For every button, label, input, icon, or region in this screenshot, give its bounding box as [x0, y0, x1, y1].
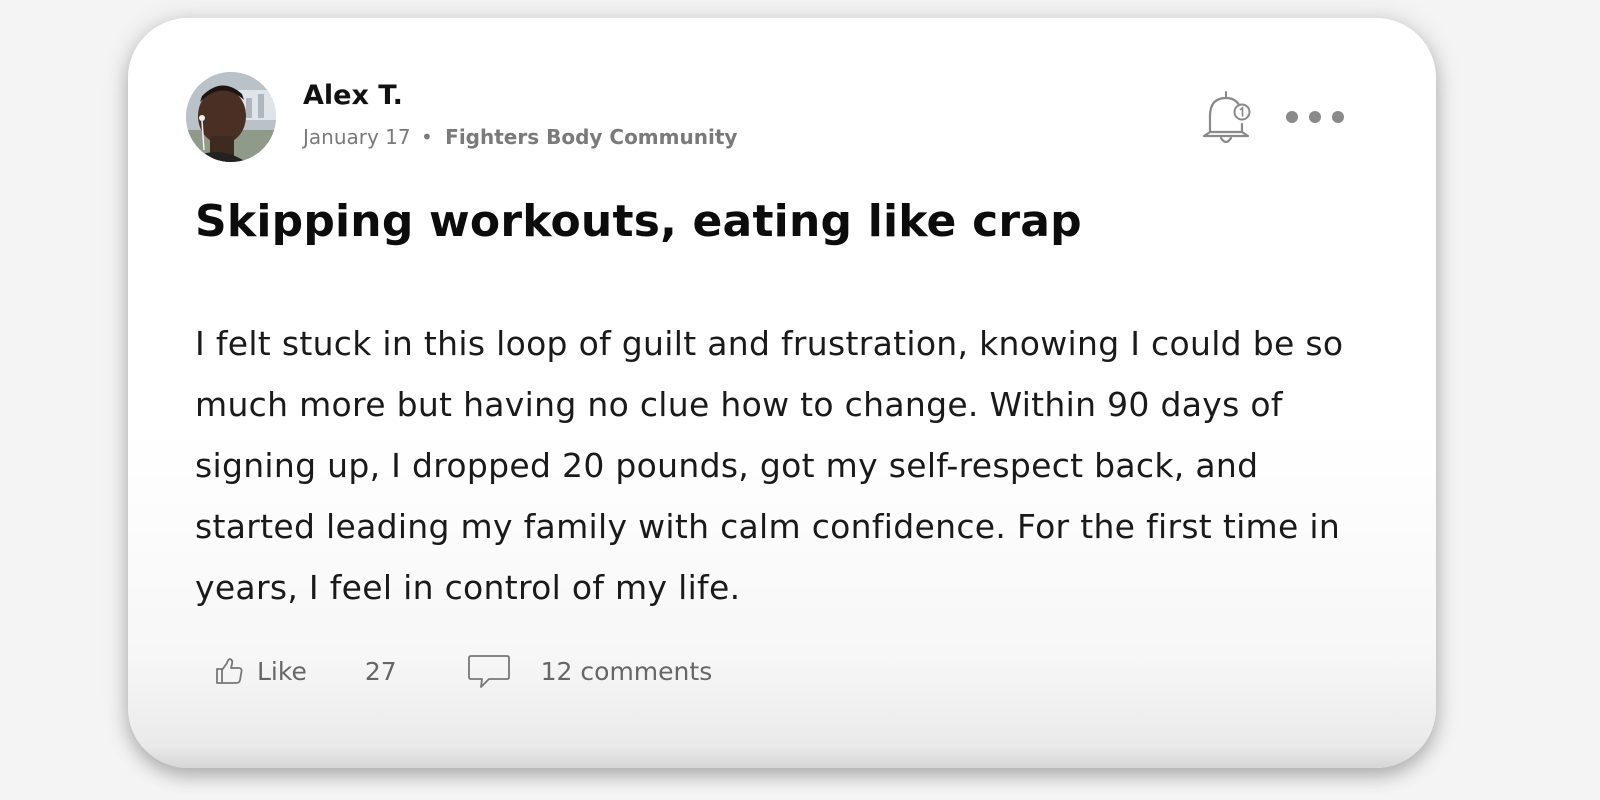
post-title: Skipping workouts, eating like crap: [195, 196, 1082, 247]
more-dot: [1332, 111, 1344, 123]
post-date: January 17: [303, 125, 411, 149]
community-link[interactable]: Fighters Body Community: [445, 125, 737, 149]
post-body: I felt stuck in this loop of guilt and f…: [195, 324, 1344, 607]
more-options-icon[interactable]: [1286, 104, 1344, 130]
more-dot: [1286, 111, 1298, 123]
post-card: Alex T. January 17 • Fighters Body Commu…: [128, 18, 1436, 768]
post-meta: January 17 • Fighters Body Community: [303, 125, 737, 149]
author-name[interactable]: Alex T.: [303, 80, 403, 111]
like-button[interactable]: Like: [213, 655, 307, 687]
like-count: 27: [364, 656, 397, 686]
avatar[interactable]: [186, 72, 276, 162]
avatar-image: [186, 72, 276, 162]
like-label: Like: [257, 656, 307, 686]
comment-bubble-icon: [467, 655, 510, 688]
comments-label: 12 comments: [540, 656, 713, 686]
comments-button[interactable]: 12 comments: [467, 653, 713, 689]
thumbs-up-icon: [216, 658, 243, 684]
more-dot: [1309, 111, 1321, 123]
bell-icon[interactable]: [1200, 88, 1252, 148]
post-actions: Like 27 12 comments: [213, 648, 712, 694]
meta-separator: •: [421, 125, 433, 149]
